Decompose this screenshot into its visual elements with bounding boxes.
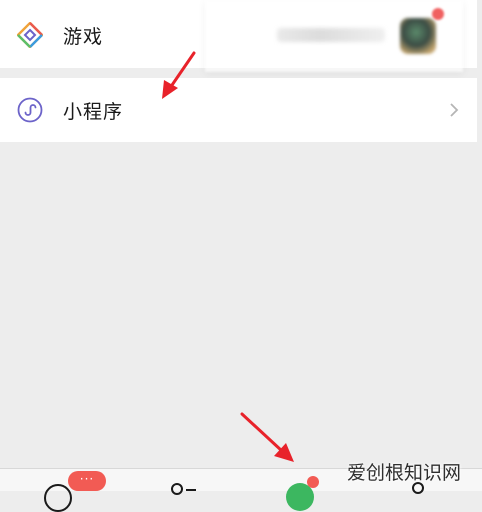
games-label: 游戏 <box>63 26 104 48</box>
games-diamond-icon <box>17 22 43 48</box>
contacts-tab-icon-line <box>186 489 196 491</box>
discover-new-dot <box>307 476 319 488</box>
wechat-discover-screen: 游戏 小程序 ··· 爱创根知识网 <box>0 0 482 512</box>
red-arrow-icon <box>240 412 294 462</box>
mini-program-icon <box>17 97 43 123</box>
blurred-preview-text <box>277 28 385 42</box>
chats-tab-icon[interactable] <box>44 484 72 512</box>
contacts-tab-icon[interactable] <box>171 483 183 495</box>
site-watermark: 爱创根知识网 <box>347 462 462 484</box>
new-dot-badge <box>432 8 444 20</box>
chats-unread-badge: ··· <box>68 471 106 491</box>
chevron-right-icon <box>449 102 459 118</box>
blurred-game-thumbnail <box>400 18 436 54</box>
games-row[interactable]: 游戏 <box>0 0 477 72</box>
mini-programs-label: 小程序 <box>63 101 124 123</box>
red-arrow-icon <box>162 51 196 99</box>
mini-programs-row[interactable]: 小程序 <box>0 78 477 142</box>
